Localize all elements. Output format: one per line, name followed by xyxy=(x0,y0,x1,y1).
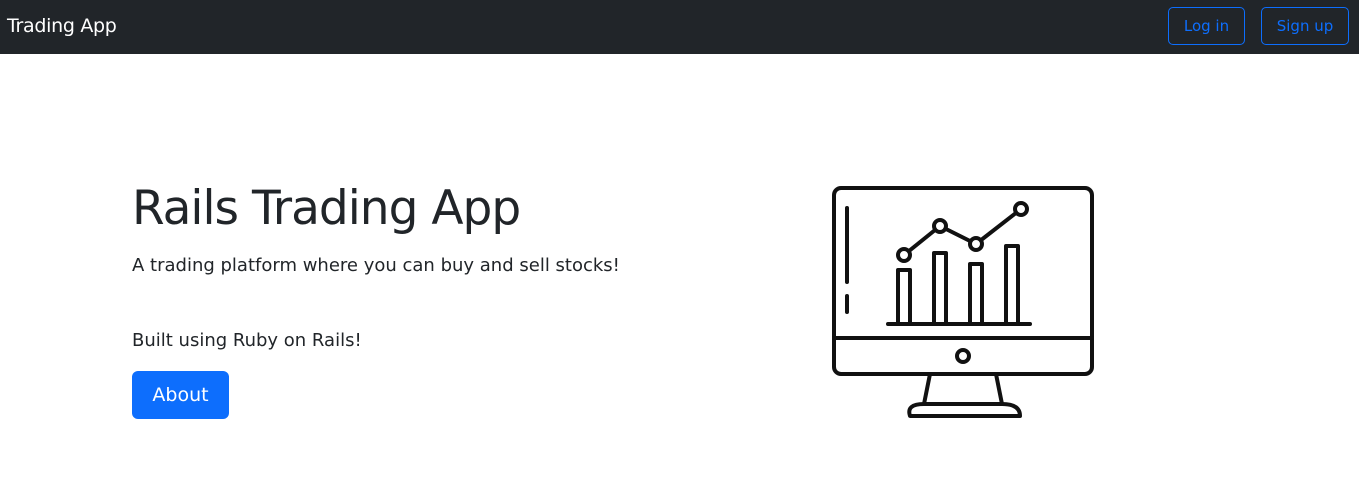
hero-description: A trading platform where you can buy and… xyxy=(132,255,620,276)
navbar: Trading App Log in Sign up xyxy=(0,0,1359,54)
signup-button[interactable]: Sign up xyxy=(1261,7,1349,45)
about-button[interactable]: About xyxy=(132,371,229,419)
navbar-brand[interactable]: Trading App xyxy=(7,12,117,40)
page-title: Rails Trading App xyxy=(132,181,521,236)
monitor-chart-icon xyxy=(830,184,1096,424)
hero-built-with: Built using Ruby on Rails! xyxy=(132,330,362,351)
login-button[interactable]: Log in xyxy=(1168,7,1245,45)
